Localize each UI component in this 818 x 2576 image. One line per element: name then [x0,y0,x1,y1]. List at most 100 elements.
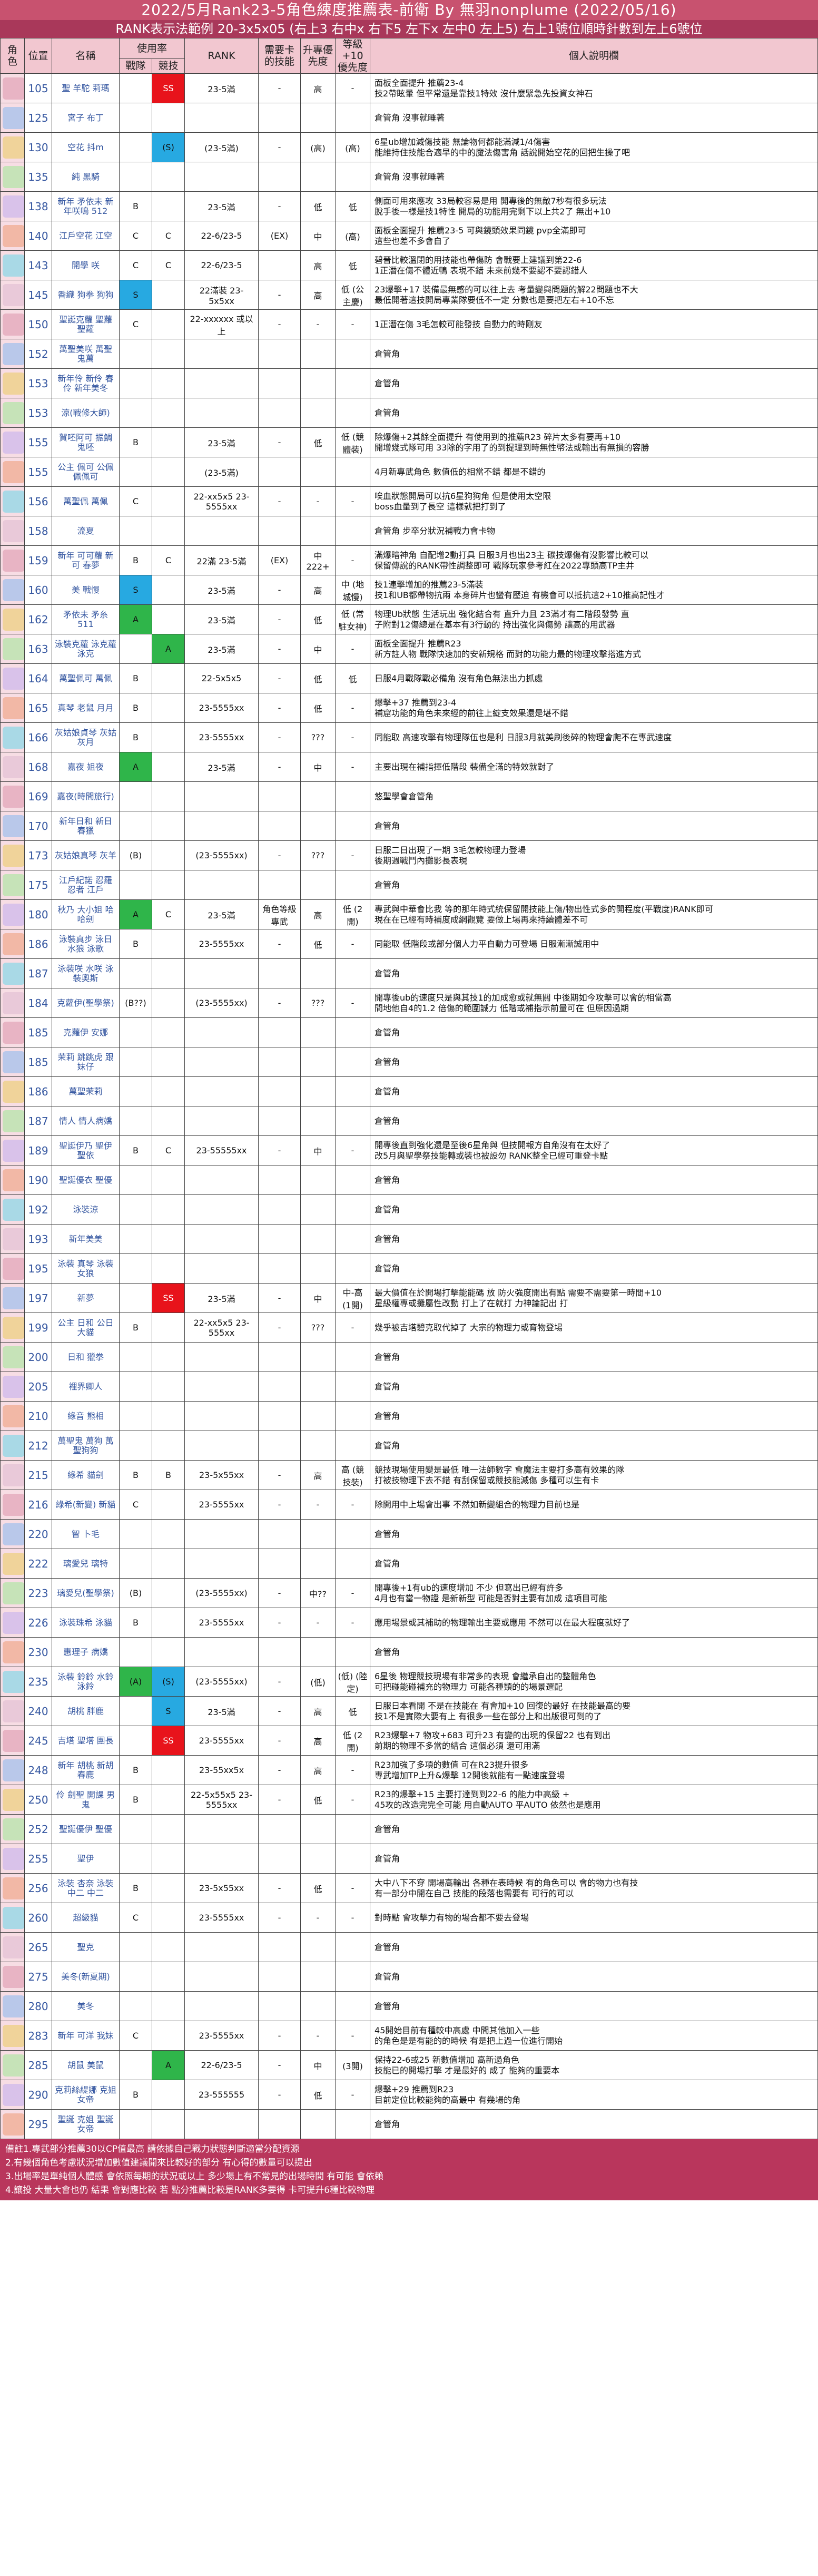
name-cell: 新年 矛依未 新年咲鳴 512 [52,191,120,221]
contest-usage-cell [151,1017,185,1047]
rank-cell [184,870,259,900]
name-cell: 美 戰慢 [52,575,120,605]
character-icon-cell [0,1667,25,1697]
contest-usage-cell [151,339,185,369]
rank-cell: 22-5x55x5 23-5555xx [184,1785,259,1815]
name-cell: 璃愛兒(聖學祭) [52,1578,120,1608]
star-up-priority-cell: 中 [300,1283,336,1313]
name-cell: 江戶空花 江空 [52,221,120,251]
name-cell: 新年伶 新伶 春伶 新年美冬 [52,368,120,398]
rank-cell: (23-5555xx) [184,840,259,870]
name-cell: 聖克 [52,1932,120,1962]
character-icon [3,1552,24,1575]
special-skill-cell [258,1076,301,1106]
character-icon [3,1316,24,1339]
name-cell: 美冬 [52,1991,120,2021]
note-cell: 倉管角 [370,958,818,988]
page-title: 2022/5月Rank23-5角色練度推薦表-前衛 By 無羽nonplume … [0,0,818,20]
rank-cell: 22-xx5x5 23-5555xx [184,486,259,516]
position-cell: 162 [24,604,52,634]
character-icon-cell [0,722,25,752]
character-icon [3,1051,24,1073]
header-contest: 競技 [151,58,185,74]
special-skill-cell [258,1194,301,1225]
character-icon-cell [0,958,25,988]
level10-priority-cell [335,368,371,398]
character-icon-cell [0,693,25,723]
character-icon-cell [0,1726,25,1756]
character-icon [3,1523,24,1545]
position-cell: 125 [24,103,52,133]
character-icon-cell [0,1342,25,1372]
special-skill-cell: - [258,752,301,782]
contest-usage-cell [151,1962,185,1992]
position-cell: 150 [24,309,52,339]
rank-cell: 23-5滿 [184,899,259,929]
character-icon-cell [0,1106,25,1136]
contest-usage-cell [151,752,185,782]
character-icon-cell [0,1932,25,1962]
position-cell: 235 [24,1667,52,1697]
character-icon [3,313,24,336]
battle-usage-cell [119,1431,152,1461]
rank-cell: 23-5滿 [184,575,259,605]
level10-priority-cell: 低 (2開) [335,899,371,929]
star-up-priority-cell [300,1991,336,2021]
name-cell: 泳裝珠希 泳貓 [52,1608,120,1638]
contest-usage-cell [151,103,185,133]
contest-usage-cell [151,1814,185,1844]
note-cell: 倉管角 [370,1962,818,1992]
special-skill-cell: - [258,132,301,162]
note-cell: 日服4月戰隊戰必備角 沒有角色無法出力抓處 [370,663,818,693]
contest-usage-cell [151,2109,185,2139]
star-up-priority-cell [300,398,336,428]
character-icon [3,1110,24,1132]
character-icon [3,461,24,483]
contest-usage-cell [151,1342,185,1372]
position-cell: 187 [24,958,52,988]
battle-usage-cell: B [119,1785,152,1815]
note-cell: 面板全面提升 推薦23-4 技2帶眩暈 但平常還是靠技1特效 沒什麼緊急先投資女… [370,73,818,103]
character-icon [3,1493,24,1516]
star-up-priority-cell [300,2109,336,2139]
level10-priority-cell [335,1165,371,1195]
contest-usage-cell [151,2080,185,2110]
rank-cell: 23-55555xx [184,1135,259,1165]
table-row: 223 璃愛兒(聖學祭) (B) (23-5555xx) - 中?? - 開專後+1有ub的速… [0,1578,818,1608]
level10-priority-cell: - [335,634,371,664]
star-up-priority-cell [300,870,336,900]
note-cell: 面板全面提升 推薦23-5 可與鏡頭效果同鏡 pvp全滿即可 這些也差不多會自了 [370,221,818,251]
level10-priority-cell [335,1017,371,1047]
contest-usage-cell [151,2021,185,2051]
level10-priority-cell [335,1844,371,1874]
level10-priority-cell [335,1962,371,1992]
character-icon [3,1611,24,1634]
level10-priority-cell: (低) (陸定) [335,1667,371,1697]
table-row: 216 綠希(新變) 新貓 C 23-5555xx - - - 除開用中上場會出事 不然如新變… [0,1490,818,1520]
character-icon-cell [0,1755,25,1785]
battle-usage-cell [119,1253,152,1284]
character-icon [3,1906,24,1929]
table-row: 153 新年伶 新伶 春伶 新年美冬 倉管角 [0,368,818,398]
character-icon-cell [0,1962,25,1992]
rank-cell [184,1962,259,1992]
contest-usage-cell [151,604,185,634]
table-row: 105 聖 羊駝 莉瑪 SS 23-5滿 - 高 - 面板全面提升 推薦23-4 技2帶眩暈 … [0,73,818,103]
character-icon-cell [0,1578,25,1608]
level10-priority-cell: - [335,1608,371,1638]
contest-usage-cell [151,1873,185,1903]
contest-usage-cell: (S) [151,132,185,162]
note-cell: R23爆擊+7 物攻+683 可升23 有變的出現的保留22 也有到出 前期的物… [370,1726,818,1756]
character-icon [3,638,24,660]
contest-usage-cell [151,1932,185,1962]
position-cell: 140 [24,221,52,251]
special-skill-cell [258,1017,301,1047]
contest-usage-cell: C [151,899,185,929]
character-icon [3,1995,24,2017]
position-cell: 222 [24,1549,52,1579]
name-cell: 新夢 [52,1283,120,1313]
level10-priority-cell [335,781,371,811]
rank-cell: 22滿 23-5滿 [184,545,259,575]
character-icon [3,1375,24,1398]
note-cell: 倉管角 [370,1549,818,1579]
